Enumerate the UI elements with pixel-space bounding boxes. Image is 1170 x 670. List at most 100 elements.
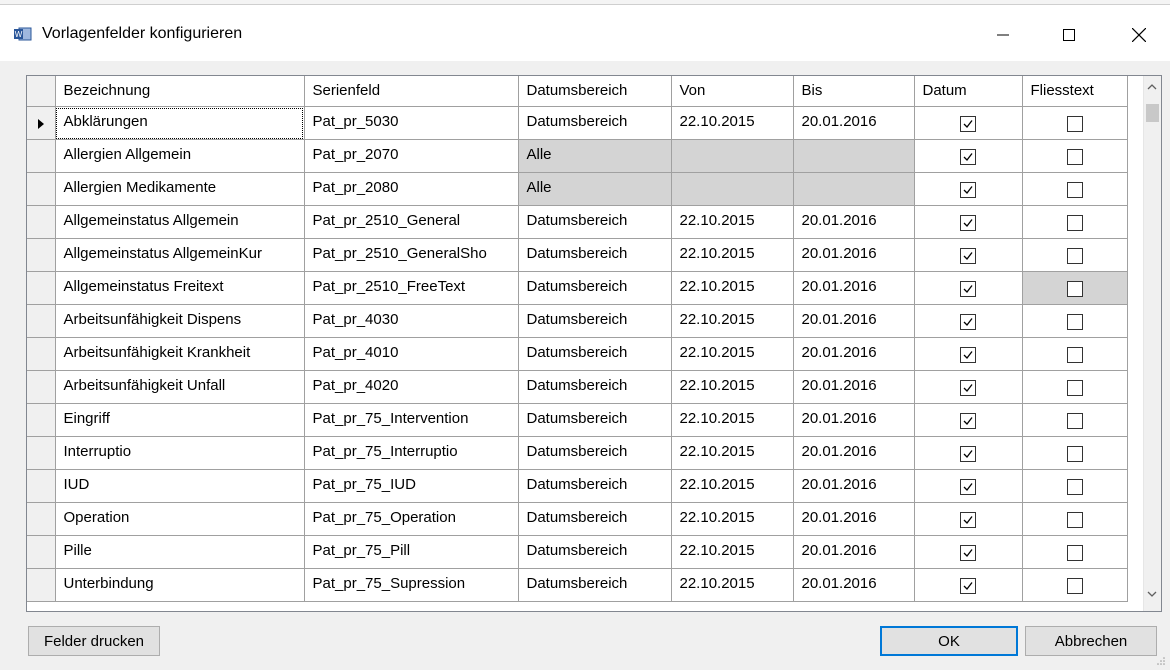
cell-bezeichnung[interactable]: Unterbindung	[54, 568, 305, 602]
fliesstext-checkbox[interactable]	[1066, 545, 1083, 561]
cell-bezeichnung[interactable]: Allergien Medikamente	[54, 172, 305, 206]
cell-serienfeld[interactable]: Pat_pr_75_Supression	[303, 568, 519, 602]
cell-bis[interactable]: 20.01.2016	[792, 106, 915, 140]
table-row[interactable]: Allgemeinstatus AllgemeinKur Pat_pr_2510_…	[27, 238, 1128, 272]
cell-bis[interactable]	[792, 172, 915, 206]
cell-serienfeld[interactable]: Pat_pr_4020	[303, 370, 519, 404]
datum-checkbox[interactable]	[960, 215, 976, 231]
cell-serienfeld[interactable]: Pat_pr_4030	[303, 304, 519, 338]
cell-serienfeld[interactable]: Pat_pr_2510_GeneralSho	[303, 238, 519, 272]
cell-von[interactable]	[670, 172, 794, 206]
datum-checkbox[interactable]	[960, 116, 976, 132]
row-header[interactable]	[27, 535, 56, 569]
datum-checkbox[interactable]	[960, 182, 976, 198]
cell-von[interactable]: 22.10.2015	[670, 238, 794, 272]
cell-bezeichnung[interactable]: Allergien Allgemein	[54, 139, 305, 173]
cell-von[interactable]: 22.10.2015	[670, 469, 794, 503]
datum-checkbox[interactable]	[960, 413, 976, 429]
datum-checkbox[interactable]	[960, 314, 976, 330]
cell-datumsbereich[interactable]: Datumsbereich	[517, 502, 672, 536]
cell-bis[interactable]: 20.01.2016	[792, 337, 915, 371]
fliesstext-checkbox[interactable]	[1066, 281, 1083, 297]
cell-bis[interactable]: 20.01.2016	[792, 304, 915, 338]
cell-bezeichnung[interactable]: Allgemeinstatus AllgemeinKur	[54, 238, 305, 272]
column-header-datumsbereich[interactable]: Datumsbereich	[517, 76, 672, 107]
cell-von[interactable]: 22.10.2015	[670, 568, 794, 602]
fliesstext-checkbox[interactable]	[1066, 578, 1083, 594]
cell-datumsbereich[interactable]: Datumsbereich	[517, 568, 672, 602]
close-button[interactable]	[1116, 15, 1162, 55]
cell-bis[interactable]: 20.01.2016	[792, 469, 915, 503]
cell-bis[interactable]: 20.01.2016	[792, 436, 915, 470]
cell-bezeichnung[interactable]: Eingriff	[54, 403, 305, 437]
fliesstext-checkbox[interactable]	[1066, 182, 1083, 198]
cell-von[interactable]: 22.10.2015	[670, 304, 794, 338]
column-header-fliesstext[interactable]: Fliesstext	[1021, 76, 1128, 107]
fliesstext-checkbox[interactable]	[1066, 479, 1083, 495]
datum-checkbox[interactable]	[960, 380, 976, 396]
fliesstext-checkbox[interactable]	[1066, 413, 1083, 429]
cell-datumsbereich[interactable]: Datumsbereich	[517, 469, 672, 503]
table-row[interactable]: Abklärungen Pat_pr_5030 Datumsbereich 22.10…	[27, 106, 1128, 140]
cell-bezeichnung[interactable]: Arbeitsunfähigkeit Krankheit	[54, 337, 305, 371]
cell-bis[interactable]: 20.01.2016	[792, 238, 915, 272]
table-row[interactable]: Arbeitsunfähigkeit Krankheit Pat_pr_4010 D…	[27, 337, 1128, 371]
datum-checkbox[interactable]	[960, 545, 976, 561]
column-header-serienfeld[interactable]: Serienfeld	[303, 76, 519, 107]
table-row[interactable]: Allgemeinstatus Allgemein Pat_pr_2510_Gen…	[27, 205, 1128, 239]
cell-bis[interactable]: 20.01.2016	[792, 568, 915, 602]
datum-checkbox[interactable]	[960, 347, 976, 363]
datum-checkbox[interactable]	[960, 149, 976, 165]
cell-von[interactable]: 22.10.2015	[670, 436, 794, 470]
row-header[interactable]	[27, 403, 56, 437]
row-header[interactable]	[27, 337, 56, 371]
cell-bis[interactable]: 20.01.2016	[792, 205, 915, 239]
cell-serienfeld[interactable]: Pat_pr_75_Interruptio	[303, 436, 519, 470]
cell-serienfeld[interactable]: Pat_pr_2510_FreeText	[303, 271, 519, 305]
cell-datumsbereich[interactable]: Datumsbereich	[517, 337, 672, 371]
cell-serienfeld[interactable]: Pat_pr_2510_General	[303, 205, 519, 239]
cell-datumsbereich[interactable]: Datumsbereich	[517, 403, 672, 437]
cell-bis[interactable]: 20.01.2016	[792, 370, 915, 404]
row-header[interactable]	[27, 568, 56, 602]
cell-serienfeld[interactable]: Pat_pr_5030	[303, 106, 519, 140]
ok-button[interactable]: OK	[880, 626, 1018, 656]
cell-bezeichnung[interactable]: Allgemeinstatus Freitext	[54, 271, 305, 305]
cell-von[interactable]: 22.10.2015	[670, 205, 794, 239]
fliesstext-checkbox[interactable]	[1066, 149, 1083, 165]
cell-bezeichnung[interactable]: Arbeitsunfähigkeit Dispens	[54, 304, 305, 338]
table-row[interactable]: IUD Pat_pr_75_IUD Datumsbereich 22.10.2015 2…	[27, 469, 1128, 503]
row-header[interactable]	[27, 238, 56, 272]
cell-serienfeld[interactable]: Pat_pr_4010	[303, 337, 519, 371]
cancel-button[interactable]: Abbrechen	[1025, 626, 1157, 656]
cell-serienfeld[interactable]: Pat_pr_75_IUD	[303, 469, 519, 503]
cell-bis[interactable]: 20.01.2016	[792, 403, 915, 437]
datum-checkbox[interactable]	[960, 281, 976, 297]
row-header[interactable]	[27, 469, 56, 503]
cell-serienfeld[interactable]: Pat_pr_75_Pill	[303, 535, 519, 569]
cell-datumsbereich[interactable]: Datumsbereich	[517, 106, 672, 140]
cell-serienfeld[interactable]: Pat_pr_75_Operation	[303, 502, 519, 536]
datum-checkbox[interactable]	[960, 446, 976, 462]
scroll-thumb[interactable]	[1146, 104, 1159, 122]
table-row[interactable]: Eingriff Pat_pr_75_Intervention Datumsbere…	[27, 403, 1128, 437]
cell-von[interactable]: 22.10.2015	[670, 337, 794, 371]
row-header[interactable]	[27, 271, 56, 305]
scroll-down-icon[interactable]	[1147, 591, 1157, 597]
table-row[interactable]: Allergien Allgemein Pat_pr_2070 Alle	[27, 139, 1128, 173]
cell-datumsbereich[interactable]: Datumsbereich	[517, 205, 672, 239]
cell-bezeichnung[interactable]: Operation	[54, 502, 305, 536]
table-row[interactable]: Unterbindung Pat_pr_75_Supression Datumsbe…	[27, 568, 1128, 602]
cell-serienfeld[interactable]: Pat_pr_2070	[303, 139, 519, 173]
column-header-bezeichnung[interactable]: Bezeichnung	[54, 76, 305, 107]
datum-checkbox[interactable]	[960, 479, 976, 495]
fliesstext-checkbox[interactable]	[1066, 446, 1083, 462]
row-header[interactable]	[27, 304, 56, 338]
resize-grip-icon[interactable]	[1156, 656, 1166, 666]
row-header[interactable]	[27, 502, 56, 536]
table-row[interactable]: Arbeitsunfähigkeit Unfall Pat_pr_4020 Datu…	[27, 370, 1128, 404]
cell-datumsbereich[interactable]: Datumsbereich	[517, 304, 672, 338]
cell-von[interactable]	[670, 139, 794, 173]
cell-datumsbereich[interactable]: Alle	[517, 172, 672, 206]
cell-datumsbereich[interactable]: Datumsbereich	[517, 535, 672, 569]
